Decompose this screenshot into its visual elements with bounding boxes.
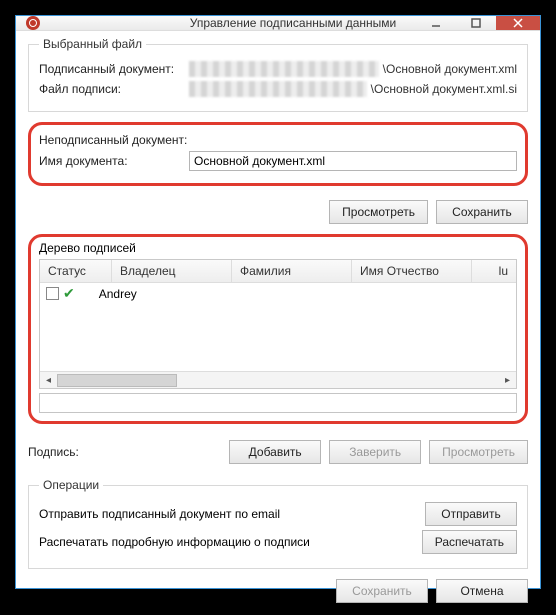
tree-highlight: Дерево подписей Статус Владелец Фамилия … (28, 234, 528, 424)
row-owner: Andrey (99, 287, 137, 301)
col-surname[interactable]: Фамилия (232, 260, 352, 282)
certify-button[interactable]: Заверить (329, 440, 421, 464)
doc-name-label: Имя документа: (39, 154, 189, 168)
selected-file-group: Выбранный файл Подписанный документ: \Ос… (28, 37, 528, 112)
signed-doc-label: Подписанный документ: (39, 62, 189, 76)
selected-file-legend: Выбранный файл (39, 37, 146, 51)
path-bar[interactable] (39, 393, 517, 413)
print-op-text: Распечатать подробную информацию о подпи… (39, 535, 422, 549)
signature-tree: Статус Владелец Фамилия Имя Отчество lu … (39, 259, 517, 389)
tree-legend: Дерево подписей (39, 241, 517, 255)
unsigned-highlight: Неподписанный документ: Имя документа: (28, 122, 528, 186)
signature-label: Подпись: (28, 445, 79, 459)
col-trail: lu (472, 260, 516, 282)
signed-doc-path-blur (189, 61, 379, 77)
main-window: Управление подписанными данными Выбранны… (15, 15, 541, 589)
window-controls (416, 16, 540, 30)
signed-doc-suffix: \Основной документ.xml (383, 62, 517, 76)
col-name-patr[interactable]: Имя Отчество (352, 260, 472, 282)
operations-legend: Операции (39, 478, 103, 492)
app-icon (26, 16, 40, 30)
h-scrollbar[interactable]: ◂ ▸ (40, 371, 516, 388)
titlebar[interactable]: Управление подписанными данными (16, 16, 540, 31)
col-owner[interactable]: Владелец (112, 260, 232, 282)
table-row[interactable]: ✔ Andrey (40, 283, 516, 304)
tree-body: ✔ Andrey (40, 283, 516, 371)
save-button[interactable]: Сохранить (436, 200, 528, 224)
content-area: Выбранный файл Подписанный документ: \Ос… (16, 31, 540, 615)
add-button[interactable]: Добавить (229, 440, 321, 464)
cancel-button[interactable]: Отмена (436, 579, 528, 603)
print-button[interactable]: Распечатать (422, 530, 517, 554)
view-sig-button[interactable]: Просмотреть (429, 440, 528, 464)
sig-file-label: Файл подписи: (39, 82, 189, 96)
view-button[interactable]: Просмотреть (329, 200, 428, 224)
scroll-thumb[interactable] (57, 374, 177, 387)
scroll-right-icon[interactable]: ▸ (499, 375, 516, 386)
close-button[interactable] (496, 16, 540, 30)
sig-file-suffix: \Основной документ.xml.si (371, 82, 517, 96)
operations-group: Операции Отправить подписанный документ … (28, 478, 528, 569)
col-status[interactable]: Статус (40, 260, 112, 282)
unsigned-legend: Неподписанный документ: (39, 133, 209, 147)
minimize-button[interactable] (416, 16, 456, 30)
send-button[interactable]: Отправить (425, 502, 517, 526)
maximize-button[interactable] (456, 16, 496, 30)
row-checkbox[interactable] (46, 287, 59, 300)
tree-header: Статус Владелец Фамилия Имя Отчество lu (40, 260, 516, 283)
check-icon: ✔ (63, 285, 75, 302)
doc-name-input[interactable] (189, 151, 517, 171)
scroll-left-icon[interactable]: ◂ (40, 375, 57, 386)
email-op-text: Отправить подписанный документ по email (39, 507, 425, 521)
save-bottom-button[interactable]: Сохранить (336, 579, 428, 603)
sig-file-path-blur (189, 81, 367, 97)
